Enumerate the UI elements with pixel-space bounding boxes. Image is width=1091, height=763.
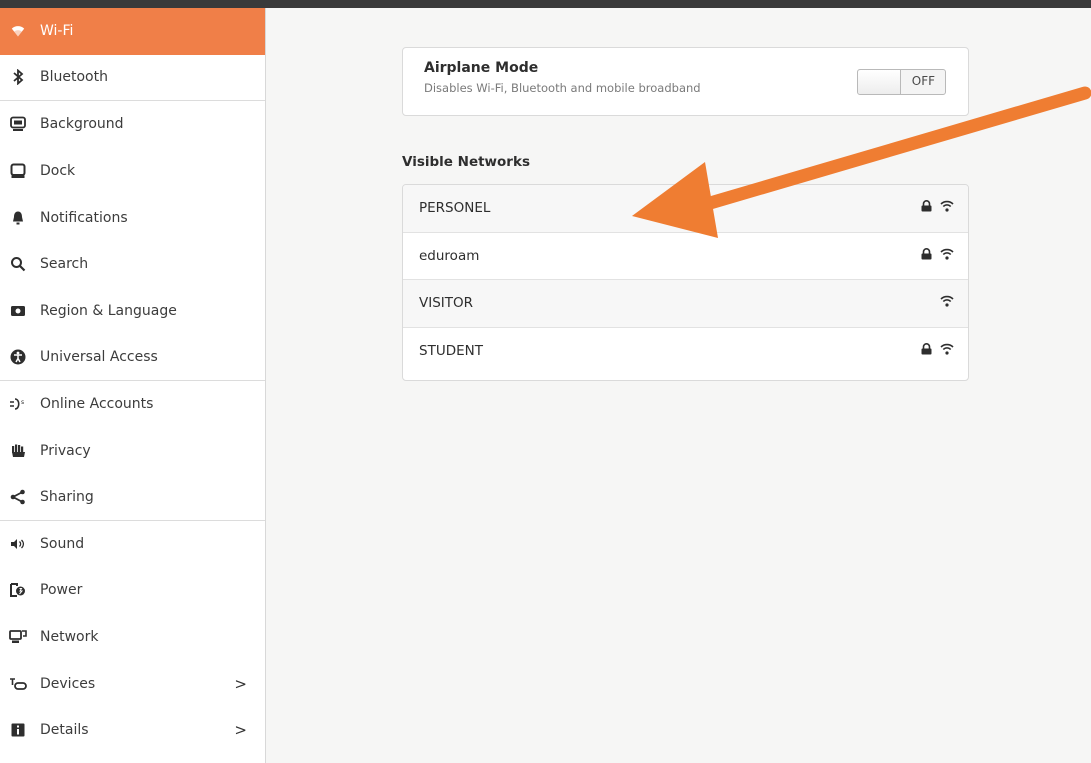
wifi-signal-icon	[940, 248, 954, 264]
sidebar-item-label: Sharing	[40, 488, 94, 505]
chevron-right-icon: >	[234, 721, 247, 740]
sidebar-item-label: Region & Language	[40, 302, 177, 319]
wifi-signal-icon	[940, 200, 954, 216]
sidebar-item-privacy[interactable]: Privacy	[0, 427, 265, 474]
sidebar-item-label: Devices	[40, 675, 96, 692]
sidebar-item-power[interactable]: Power	[0, 567, 265, 614]
sidebar-item-label: Notifications	[40, 209, 128, 226]
sidebar-item-label: Details	[40, 722, 89, 739]
lock-icon	[921, 200, 932, 216]
power-icon	[9, 581, 27, 599]
airplane-mode-title: Airplane Mode	[424, 60, 539, 76]
sidebar-item-label: Privacy	[40, 442, 91, 459]
online-accounts-icon: s	[9, 395, 27, 413]
sidebar-item-label: Dock	[40, 163, 76, 180]
network-row-visitor[interactable]: VISITOR	[403, 280, 968, 328]
sidebar-item-label: Power	[40, 582, 83, 599]
wifi-icon	[9, 22, 27, 40]
sidebar-item-dock[interactable]: Dock	[0, 148, 265, 195]
sidebar-item-universal-access[interactable]: Universal Access	[0, 334, 265, 381]
lock-icon	[921, 343, 932, 359]
visible-networks-list: PERSONEL eduroam VISITOR STUDENT	[402, 184, 969, 381]
wifi-signal-icon	[940, 343, 954, 359]
sidebar-item-network[interactable]: Network	[0, 614, 265, 661]
sidebar-item-label: Network	[40, 629, 99, 646]
network-name: STUDENT	[419, 343, 483, 360]
sidebar-item-label: Online Accounts	[40, 396, 154, 413]
sidebar-item-label: Sound	[40, 535, 85, 552]
sidebar-item-notifications[interactable]: Notifications	[0, 194, 265, 241]
details-icon	[9, 721, 27, 739]
sidebar-item-bluetooth[interactable]: Bluetooth	[0, 55, 265, 102]
sidebar-item-label: Universal Access	[40, 348, 158, 365]
sidebar-item-region-language[interactable]: Region & Language	[0, 288, 265, 335]
network-name: VISITOR	[419, 295, 474, 312]
network-icon	[9, 628, 27, 646]
toggle-state-label: OFF	[911, 74, 935, 88]
sidebar-item-background[interactable]: Background	[0, 101, 265, 148]
visible-networks-heading: Visible Networks	[402, 154, 530, 170]
sidebar-item-label: Background	[40, 116, 124, 133]
bell-icon	[9, 209, 27, 227]
sidebar-item-online-accounts[interactable]: s Online Accounts	[0, 381, 265, 428]
bluetooth-icon	[9, 68, 27, 86]
sidebar-item-label: Search	[40, 256, 89, 273]
chevron-right-icon: >	[234, 674, 247, 693]
network-name: PERSONEL	[419, 200, 491, 217]
settings-sidebar: Wi-Fi Bluetooth Background Dock Notifica…	[0, 8, 266, 763]
network-row-eduroam[interactable]: eduroam	[403, 233, 968, 280]
sidebar-item-search[interactable]: Search	[0, 241, 265, 288]
wifi-signal-icon	[940, 295, 954, 311]
universal-access-icon	[9, 348, 27, 366]
wifi-settings-panel: Airplane Mode Disables Wi-Fi, Bluetooth …	[266, 8, 1091, 763]
sidebar-item-label: Bluetooth	[40, 69, 108, 86]
dock-icon	[9, 162, 27, 180]
sidebar-item-devices[interactable]: Devices >	[0, 660, 265, 707]
region-icon	[9, 302, 27, 320]
network-row-personel[interactable]: PERSONEL	[403, 185, 968, 233]
sidebar-item-wifi[interactable]: Wi-Fi	[0, 8, 265, 55]
network-name: eduroam	[419, 247, 480, 264]
sidebar-item-label: Wi-Fi	[40, 23, 74, 40]
toggle-knob	[858, 70, 901, 94]
sidebar-item-sound[interactable]: Sound	[0, 521, 265, 568]
airplane-mode-toggle[interactable]: OFF	[857, 69, 946, 95]
lock-icon	[921, 247, 932, 264]
svg-text:s: s	[21, 399, 24, 406]
share-icon	[9, 488, 27, 506]
search-icon	[9, 255, 27, 273]
sidebar-item-details[interactable]: Details >	[0, 707, 265, 754]
network-row-student[interactable]: STUDENT	[403, 328, 968, 376]
airplane-mode-card: Airplane Mode Disables Wi-Fi, Bluetooth …	[402, 47, 969, 116]
speaker-icon	[9, 535, 27, 553]
background-icon	[9, 115, 27, 133]
sidebar-item-sharing[interactable]: Sharing	[0, 474, 265, 521]
privacy-hand-icon	[9, 442, 27, 460]
window-top-bar	[0, 0, 1091, 8]
devices-icon	[9, 675, 27, 693]
airplane-mode-description: Disables Wi-Fi, Bluetooth and mobile bro…	[424, 81, 701, 95]
